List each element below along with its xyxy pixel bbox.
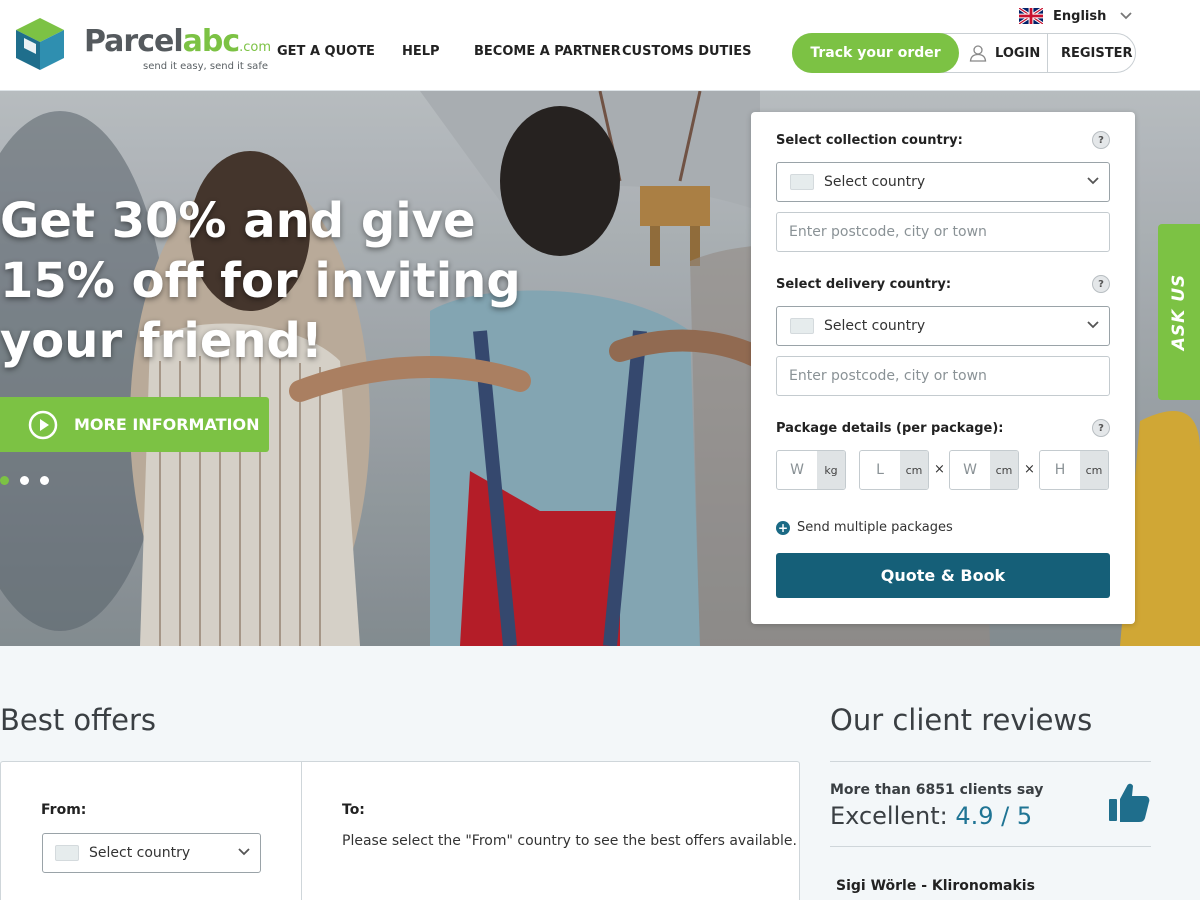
offers-divider — [301, 762, 302, 900]
package-details-label: Package details (per package): — [776, 421, 1004, 436]
length-unit: cm — [900, 451, 928, 489]
language-label: English — [1053, 8, 1107, 24]
country-flag-placeholder — [790, 174, 814, 190]
chevron-down-icon — [1087, 321, 1099, 329]
width-field: cm — [949, 450, 1019, 490]
collection-country-value: Select country — [824, 174, 926, 190]
carousel-dot-1[interactable] — [0, 476, 9, 485]
country-flag-placeholder — [55, 845, 79, 861]
logo-cube-icon — [16, 18, 64, 70]
nav-get-a-quote[interactable]: GET A QUOTE — [277, 44, 375, 59]
login-link[interactable]: LOGIN — [969, 34, 1040, 72]
account-bar: Track your order LOGIN REGISTER — [792, 33, 1136, 73]
height-field: cm — [1039, 450, 1109, 490]
logo-tagline: send it easy, send it safe — [143, 61, 268, 72]
height-unit: cm — [1080, 451, 1108, 489]
carousel-dot-2[interactable] — [20, 476, 29, 485]
length-field: cm — [859, 450, 929, 490]
to-label: To: — [342, 802, 365, 818]
delivery-help-icon[interactable]: ? — [1092, 275, 1110, 293]
times-sign: × — [934, 462, 945, 477]
weight-field: kg — [776, 450, 846, 490]
track-order-button[interactable]: Track your order — [792, 33, 959, 73]
reviews-divider-top — [830, 761, 1151, 762]
width-unit: cm — [990, 451, 1018, 489]
logo-wordmark: Parcelabc.com — [84, 24, 272, 59]
times-sign: × — [1024, 462, 1035, 477]
delivery-postcode-input[interactable] — [776, 356, 1110, 396]
width-input[interactable] — [950, 451, 990, 489]
weight-input[interactable] — [777, 451, 817, 489]
best-offers-title: Best offers — [0, 703, 157, 737]
length-input[interactable] — [860, 451, 900, 489]
more-information-button[interactable]: MORE INFORMATION — [0, 397, 269, 452]
reviewer-name: Sigi Wörle - Klironomakis — [836, 878, 1035, 894]
quote-form-panel: Select collection country: ? Select coun… — [751, 112, 1135, 624]
ask-us-tab[interactable]: ASK US — [1158, 224, 1200, 400]
package-help-icon[interactable]: ? — [1092, 419, 1110, 437]
chevron-down-icon — [238, 848, 250, 856]
language-selector[interactable]: English — [1019, 6, 1132, 26]
carousel-dot-3[interactable] — [40, 476, 49, 485]
play-icon — [28, 410, 58, 439]
delivery-country-select[interactable]: Select country — [776, 306, 1110, 346]
weight-unit: kg — [817, 451, 845, 489]
nav-help[interactable]: HELP — [402, 44, 440, 59]
collection-country-select[interactable]: Select country — [776, 162, 1110, 202]
nav-become-a-partner[interactable]: BECOME A PARTNER — [474, 44, 621, 59]
chevron-down-icon — [1087, 177, 1099, 185]
delivery-country-label: Select delivery country: — [776, 277, 952, 292]
height-input[interactable] — [1040, 451, 1080, 489]
quote-and-book-button[interactable]: Quote & Book — [776, 553, 1110, 598]
ask-us-label: ASK US — [1169, 273, 1189, 351]
site-header: Parcelabc.com send it easy, send it safe… — [0, 0, 1200, 91]
country-flag-placeholder — [790, 318, 814, 334]
rating-word: Excellent: — [830, 802, 956, 830]
plus-circle-icon: + — [776, 520, 790, 535]
parcelabc-logo[interactable]: Parcelabc.com send it easy, send it safe — [14, 16, 271, 76]
send-multiple-packages-link[interactable]: + Send multiple packages — [776, 520, 953, 535]
reviews-count-text: More than 6851 clients say — [830, 782, 1044, 798]
register-link[interactable]: REGISTER — [1061, 34, 1133, 72]
more-information-label: MORE INFORMATION — [74, 415, 260, 434]
user-icon — [969, 45, 987, 62]
uk-flag-icon — [1019, 8, 1043, 24]
account-divider — [1047, 34, 1048, 72]
delivery-country-value: Select country — [824, 318, 926, 334]
reviews-divider-bottom — [830, 846, 1151, 847]
carousel-dots — [0, 476, 60, 485]
from-country-value: Select country — [89, 845, 191, 861]
from-country-select[interactable]: Select country — [42, 833, 261, 873]
chevron-down-icon — [1120, 12, 1132, 20]
from-label: From: — [41, 802, 87, 818]
login-label: LOGIN — [995, 45, 1041, 61]
best-offers-box: From: Select country To: Please select t… — [0, 761, 800, 900]
collection-country-label: Select collection country: — [776, 133, 963, 148]
reviews-rating: Excellent: 4.9 / 5 — [830, 802, 1032, 830]
client-reviews-title: Our client reviews — [830, 703, 1093, 737]
collection-help-icon[interactable]: ? — [1092, 131, 1110, 149]
send-multiple-packages-label: Send multiple packages — [797, 520, 953, 535]
nav-customs-duties[interactable]: CUSTOMS DUTIES — [622, 44, 752, 59]
to-message: Please select the "From" country to see … — [342, 833, 797, 849]
hero-headline: Get 30% and give 15% off for inviting yo… — [0, 193, 521, 369]
thumbs-up-icon — [1109, 783, 1150, 822]
collection-postcode-input[interactable] — [776, 212, 1110, 252]
rating-value: 4.9 / 5 — [955, 802, 1033, 830]
